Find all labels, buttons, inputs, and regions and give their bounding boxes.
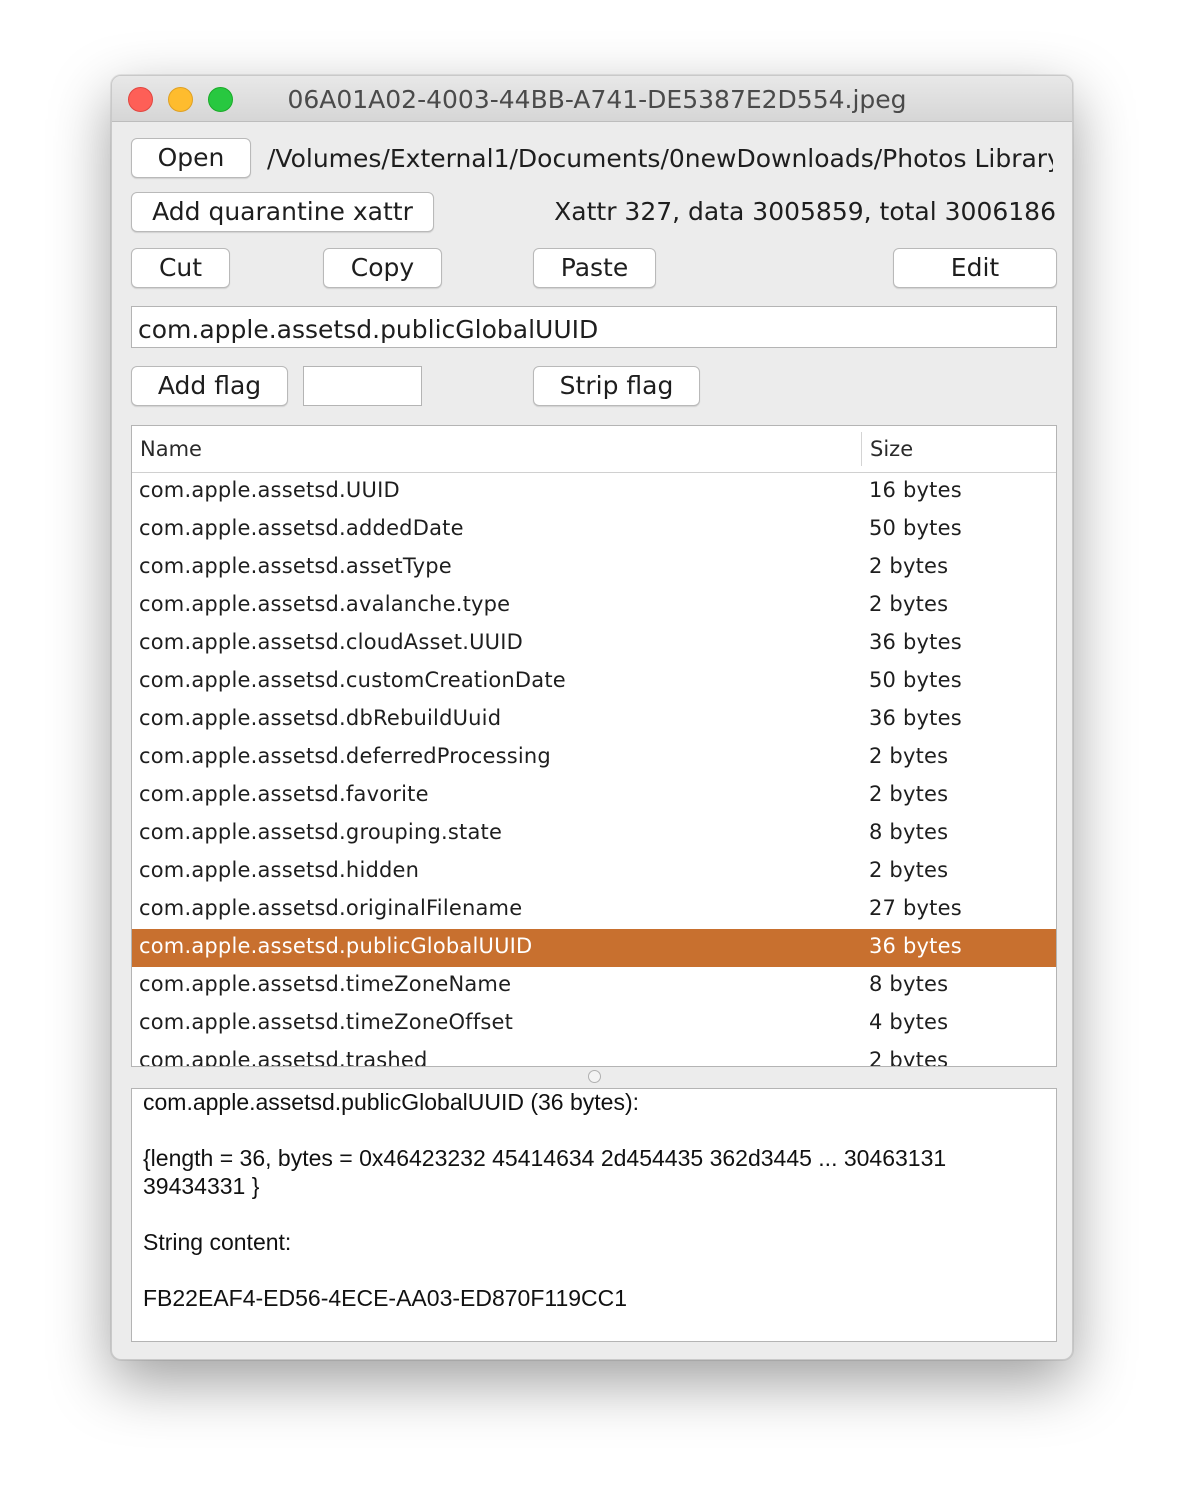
xattr-size-cell: 2 bytes xyxy=(869,1048,949,1067)
column-header-name[interactable]: Name xyxy=(140,437,202,461)
table-row[interactable]: com.apple.assetsd.deferredProcessing 2 by… xyxy=(132,739,1056,777)
xattr-table: Name Size com.apple.assetsd.UUID 16 bytes… xyxy=(131,425,1057,1067)
xattr-size-cell: 36 bytes xyxy=(869,934,962,958)
xattr-name-cell: com.apple.assetsd.dbRebuildUuid xyxy=(139,706,502,730)
table-row[interactable]: com.apple.assetsd.dbRebuildUuid 36 bytes xyxy=(132,701,1056,739)
cut-button[interactable]: Cut xyxy=(131,248,230,288)
app-window: 06A01A02-4003-44BB-A741-DE5387E2D554.jpe… xyxy=(111,75,1073,1360)
open-button[interactable]: Open xyxy=(131,138,251,178)
xattr-size-cell: 27 bytes xyxy=(869,896,962,920)
xattr-size-cell: 8 bytes xyxy=(869,972,949,996)
window-title: 06A01A02-4003-44BB-A741-DE5387E2D554.jpe… xyxy=(287,85,907,114)
xattr-name-cell: com.apple.assetsd.addedDate xyxy=(139,516,464,540)
xattr-name-cell: com.apple.assetsd.timeZoneOffset xyxy=(139,1010,514,1034)
xattr-name-cell: com.apple.assetsd.cloudAsset.UUID xyxy=(139,630,523,654)
xattr-size-cell: 16 bytes xyxy=(869,478,962,502)
edit-button[interactable]: Edit xyxy=(893,248,1057,288)
table-row[interactable]: com.apple.assetsd.addedDate 50 bytes xyxy=(132,511,1056,549)
table-row[interactable]: com.apple.assetsd.customCreationDate 50 b… xyxy=(132,663,1056,701)
xattr-name-cell: com.apple.assetsd.UUID xyxy=(139,478,400,502)
xattr-name-cell: com.apple.assetsd.deferredProcessing xyxy=(139,744,551,768)
detail-string-label: String content: xyxy=(143,1229,292,1255)
xattr-size-cell: 8 bytes xyxy=(869,820,949,844)
xattr-name-cell: com.apple.assetsd.publicGlobalUUID xyxy=(139,934,533,958)
xattr-size-cell: 4 bytes xyxy=(869,1010,949,1034)
xattr-size-cell: 2 bytes xyxy=(869,858,949,882)
split-view-handle[interactable] xyxy=(588,1070,601,1083)
detail-bytes: {length = 36, bytes = 0x46423232 4541463… xyxy=(143,1145,947,1171)
xattr-name-cell: com.apple.assetsd.customCreationDate xyxy=(139,668,566,692)
table-row[interactable]: com.apple.assetsd.cloudAsset.UUID 36 byte… xyxy=(132,625,1056,663)
column-divider[interactable] xyxy=(861,432,862,466)
table-header: Name Size xyxy=(132,426,1056,473)
detail-header: com.apple.assetsd.publicGlobalUUID (36 b… xyxy=(143,1089,640,1115)
xattr-name-cell: com.apple.assetsd.assetType xyxy=(139,554,452,578)
xattr-name-cell: com.apple.assetsd.favorite xyxy=(139,782,429,806)
xattr-name-cell: com.apple.assetsd.grouping.state xyxy=(139,820,503,844)
title-bar: 06A01A02-4003-44BB-A741-DE5387E2D554.jpe… xyxy=(112,76,1072,122)
table-row[interactable]: com.apple.assetsd.timeZoneName 8 bytes xyxy=(132,967,1056,1005)
table-row[interactable]: com.apple.assetsd.timeZoneOffset 4 bytes xyxy=(132,1005,1056,1043)
strip-flag-button[interactable]: Strip flag xyxy=(533,366,700,406)
xattr-size-cell: 2 bytes xyxy=(869,592,949,616)
xattr-size-cell: 2 bytes xyxy=(869,554,949,578)
xattr-name-cell: com.apple.assetsd.hidden xyxy=(139,858,420,882)
xattr-name-field[interactable]: com.apple.assetsd.publicGlobalUUID xyxy=(131,306,1057,348)
xattr-size-cell: 36 bytes xyxy=(869,706,962,730)
xattr-name-cell: com.apple.assetsd.trashed xyxy=(139,1048,428,1067)
xattr-name-cell: com.apple.assetsd.timeZoneName xyxy=(139,972,512,996)
xattr-size-cell: 36 bytes xyxy=(869,630,962,654)
file-path: /Volumes/External1/Documents/0newDownloa… xyxy=(267,144,1053,173)
table-row[interactable]: com.apple.assetsd.grouping.state 8 bytes xyxy=(132,815,1056,853)
xattr-name-cell: com.apple.assetsd.avalanche.type xyxy=(139,592,511,616)
flag-input[interactable] xyxy=(303,366,422,406)
xattr-size-cell: 50 bytes xyxy=(869,668,962,692)
xattr-name-value: com.apple.assetsd.publicGlobalUUID xyxy=(138,315,599,344)
detail-string-value: FB22EAF4-ED56-4ECE-AA03-ED870F119CC1 xyxy=(143,1285,628,1311)
table-row[interactable]: com.apple.assetsd.assetType 2 bytes xyxy=(132,549,1056,587)
table-row[interactable]: com.apple.assetsd.avalanche.type 2 bytes xyxy=(132,587,1056,625)
detail-pane[interactable]: com.apple.assetsd.publicGlobalUUID (36 b… xyxy=(131,1088,1057,1342)
xattr-size-cell: 50 bytes xyxy=(869,516,962,540)
table-body: com.apple.assetsd.UUID 16 bytes com.apple.… xyxy=(132,473,1056,1067)
copy-button[interactable]: Copy xyxy=(323,248,442,288)
table-row[interactable]: com.apple.assetsd.trashed 2 bytes xyxy=(132,1043,1056,1067)
table-row[interactable]: com.apple.assetsd.favorite 2 bytes xyxy=(132,777,1056,815)
add-flag-button[interactable]: Add flag xyxy=(131,366,288,406)
xattr-name-cell: com.apple.assetsd.originalFilename xyxy=(139,896,523,920)
paste-button[interactable]: Paste xyxy=(533,248,656,288)
add-quarantine-button[interactable]: Add quarantine xattr xyxy=(131,192,434,232)
xattr-size-cell: 2 bytes xyxy=(869,782,949,806)
table-row[interactable]: com.apple.assetsd.originalFilename 27 byt… xyxy=(132,891,1056,929)
xattr-size-cell: 2 bytes xyxy=(869,744,949,768)
detail-bytes-continued: 39434331 } xyxy=(143,1173,260,1199)
table-row[interactable]: com.apple.assetsd.UUID 16 bytes xyxy=(132,473,1056,511)
column-header-size[interactable]: Size xyxy=(870,437,913,461)
table-row[interactable]: com.apple.assetsd.hidden 2 bytes xyxy=(132,853,1056,891)
xattr-info: Xattr 327, data 3005859, total 3006186 xyxy=(554,197,1056,226)
table-row-selected[interactable]: com.apple.assetsd.publicGlobalUUID 36 byt… xyxy=(132,929,1056,967)
